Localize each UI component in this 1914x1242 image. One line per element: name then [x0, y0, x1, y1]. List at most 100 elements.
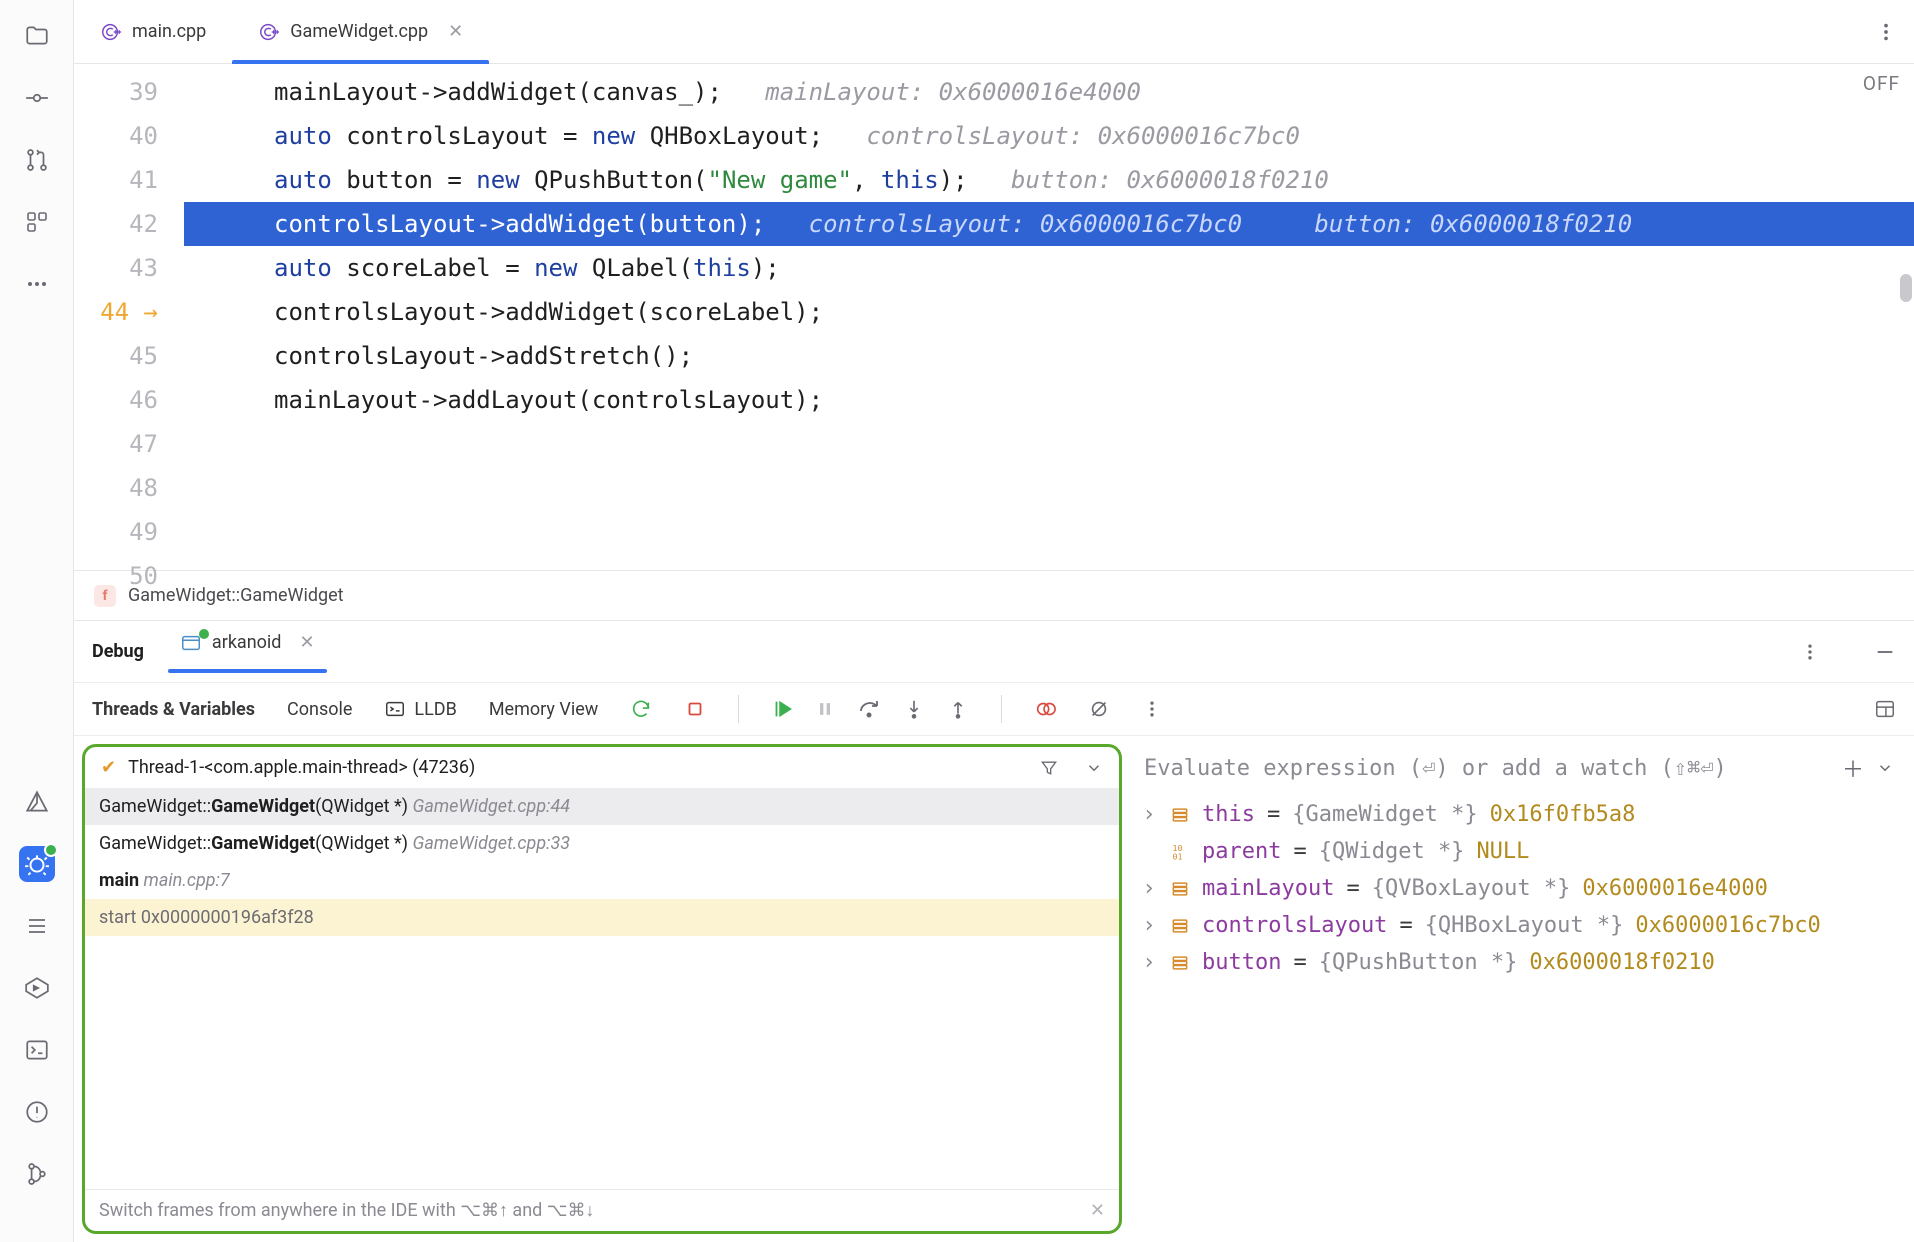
frame-row[interactable]: GameWidget::GameWidget(QWidget *) GameWi…: [85, 825, 1119, 862]
step-into-icon[interactable]: [903, 698, 925, 720]
left-tool-rail: [0, 0, 74, 1242]
code-line[interactable]: controlsLayout->addWidget(scoreLabel);: [184, 290, 1914, 334]
run-config-icon: [180, 632, 202, 654]
rerun-icon[interactable]: [630, 698, 652, 720]
gutter-line[interactable]: 43: [74, 246, 158, 290]
editor[interactable]: OFF 394041424344 →454647484950 mainLayou…: [74, 64, 1914, 570]
tab-main-cpp[interactable]: main.cpp: [74, 0, 232, 63]
close-icon[interactable]: ✕: [1090, 1200, 1105, 1221]
subtab-memory[interactable]: Memory View: [489, 699, 598, 720]
add-watch-icon[interactable]: ＋: [1842, 752, 1864, 784]
tab-overflow-icon[interactable]: [1858, 0, 1914, 63]
resume-icon[interactable]: [771, 698, 793, 720]
separator: [738, 695, 739, 723]
object-icon: [1170, 916, 1190, 936]
primitive-icon: 1001: [1170, 842, 1190, 862]
run-config-tab[interactable]: arkanoid ✕: [176, 632, 319, 672]
thread-selector[interactable]: ✔ Thread-1-<com.apple.main-thread> (4723…: [85, 747, 1119, 788]
close-icon[interactable]: ✕: [299, 632, 314, 653]
object-icon: [1170, 879, 1190, 899]
frames-panel: ✔ Thread-1-<com.apple.main-thread> (4723…: [82, 744, 1122, 1234]
code[interactable]: mainLayout->addWidget(canvas_); mainLayo…: [184, 64, 1914, 570]
gutter-line[interactable]: 47: [74, 422, 158, 466]
gutter-line[interactable]: 39: [74, 70, 158, 114]
frame-row[interactable]: start 0x0000000196af3f28: [85, 899, 1119, 936]
commit-icon[interactable]: [19, 80, 55, 116]
more-icon[interactable]: [19, 266, 55, 302]
code-line[interactable]: auto button = new QPushButton("New game"…: [184, 158, 1914, 202]
gutter-line[interactable]: 42: [74, 202, 158, 246]
chevron-right-icon[interactable]: ›: [1140, 950, 1158, 975]
filter-icon[interactable]: [1039, 758, 1059, 778]
debug-subtab-row: Threads & Variables Console LLDB Memory …: [74, 682, 1914, 736]
gutter-line[interactable]: 49: [74, 510, 158, 554]
gutter-line[interactable]: 40: [74, 114, 158, 158]
code-line[interactable]: auto controlsLayout = new QHBoxLayout; c…: [184, 114, 1914, 158]
close-icon[interactable]: ✕: [448, 21, 463, 42]
minimize-icon[interactable]: [1874, 641, 1896, 663]
options-icon[interactable]: [1800, 642, 1820, 662]
code-line[interactable]: controlsLayout->addStretch();: [184, 334, 1914, 378]
gutter-line[interactable]: 45: [74, 334, 158, 378]
gutter: 394041424344 →454647484950: [74, 64, 184, 570]
frame-row[interactable]: GameWidget::GameWidget(QWidget *) GameWi…: [85, 788, 1119, 825]
chevron-down-icon[interactable]: [1876, 759, 1894, 777]
frame-row[interactable]: main main.cpp:7: [85, 862, 1119, 899]
tab-gamewidget-cpp[interactable]: GameWidget.cpp ✕: [232, 0, 489, 63]
pull-requests-icon[interactable]: [19, 142, 55, 178]
gutter-line[interactable]: 41: [74, 158, 158, 202]
view-breakpoints-icon[interactable]: [1034, 698, 1056, 720]
gutter-line[interactable]: 50: [74, 554, 158, 598]
gutter-line[interactable]: 48: [74, 466, 158, 510]
chevron-down-icon[interactable]: [1085, 759, 1103, 777]
step-over-icon[interactable]: [857, 697, 881, 721]
main-area: main.cpp GameWidget.cpp ✕ OFF 3940414243…: [74, 0, 1914, 1242]
gutter-line[interactable]: 44 →: [74, 290, 158, 334]
chevron-right-icon[interactable]: ›: [1140, 802, 1158, 827]
problems-icon[interactable]: [19, 1094, 55, 1130]
project-icon[interactable]: [19, 18, 55, 54]
debug-title: Debug: [92, 641, 144, 662]
debug-body: ✔ Thread-1-<com.apple.main-thread> (4723…: [74, 736, 1914, 1242]
code-line[interactable]: controlsLayout->addWidget(button); contr…: [184, 202, 1914, 246]
subtab-threads[interactable]: Threads & Variables: [92, 699, 255, 720]
variable-row[interactable]: ›controlsLayout = {QHBoxLayout *} 0x6000…: [1136, 907, 1902, 944]
code-line[interactable]: auto scoreLabel = new QLabel(this);: [184, 246, 1914, 290]
services-icon[interactable]: [19, 970, 55, 1006]
frames-list: GameWidget::GameWidget(QWidget *) GameWi…: [85, 788, 1119, 1189]
more-actions-icon[interactable]: [1142, 699, 1162, 719]
object-icon: [1170, 805, 1190, 825]
separator: [1001, 695, 1002, 723]
variable-row[interactable]: ›this = {GameWidget *} 0x16f0fb5a8: [1136, 796, 1902, 833]
tab-label: main.cpp: [132, 21, 206, 42]
code-line[interactable]: mainLayout->addWidget(canvas_); mainLayo…: [184, 70, 1914, 114]
code-line[interactable]: mainLayout->addLayout(controlsLayout);: [184, 378, 1914, 422]
layout-settings-icon[interactable]: [1874, 698, 1896, 720]
mute-breakpoints-icon[interactable]: [1088, 698, 1110, 720]
vcs-icon[interactable]: [19, 1156, 55, 1192]
watches-input[interactable]: Evaluate expression (⏎) or add a watch (…: [1136, 744, 1902, 796]
terminal-icon[interactable]: [19, 1032, 55, 1068]
check-icon: ✔: [101, 757, 116, 778]
stop-icon[interactable]: [684, 698, 706, 720]
thread-label: Thread-1-<com.apple.main-thread> (47236): [128, 757, 475, 778]
gutter-line[interactable]: 46: [74, 378, 158, 422]
subtab-console[interactable]: Console: [287, 699, 352, 720]
cpp-file-icon: [100, 21, 122, 43]
svg-text:01: 01: [1173, 851, 1183, 861]
pause-icon[interactable]: [815, 699, 835, 719]
subtab-lldb[interactable]: LLDB: [384, 698, 456, 720]
chevron-right-icon[interactable]: ›: [1140, 876, 1158, 901]
debug-icon[interactable]: [19, 846, 55, 882]
structure-icon[interactable]: [19, 204, 55, 240]
breadcrumb-text[interactable]: GameWidget::GameWidget: [128, 585, 344, 606]
step-out-icon[interactable]: [947, 698, 969, 720]
variables-list: ›this = {GameWidget *} 0x16f0fb5a81001pa…: [1136, 796, 1902, 981]
variable-row[interactable]: ›button = {QPushButton *} 0x6000018f0210: [1136, 944, 1902, 981]
cmake-icon[interactable]: [19, 784, 55, 820]
variable-row[interactable]: ›mainLayout = {QVBoxLayout *} 0x6000016e…: [1136, 870, 1902, 907]
todo-icon[interactable]: [19, 908, 55, 944]
variables-panel: Evaluate expression (⏎) or add a watch (…: [1132, 736, 1914, 1242]
variable-row[interactable]: 1001parent = {QWidget *} NULL: [1136, 833, 1902, 870]
chevron-right-icon[interactable]: ›: [1140, 913, 1158, 938]
